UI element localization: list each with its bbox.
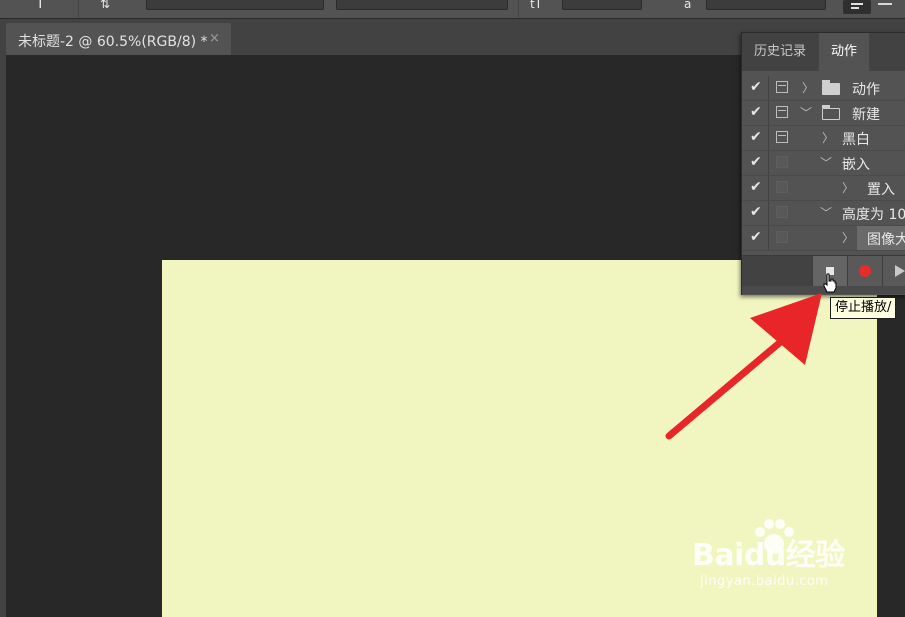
arrow-shaft	[665, 330, 794, 440]
watermark-url: jingyan.baidu.com	[700, 574, 829, 589]
watermark-logo-text: Baidu经验	[692, 538, 845, 573]
